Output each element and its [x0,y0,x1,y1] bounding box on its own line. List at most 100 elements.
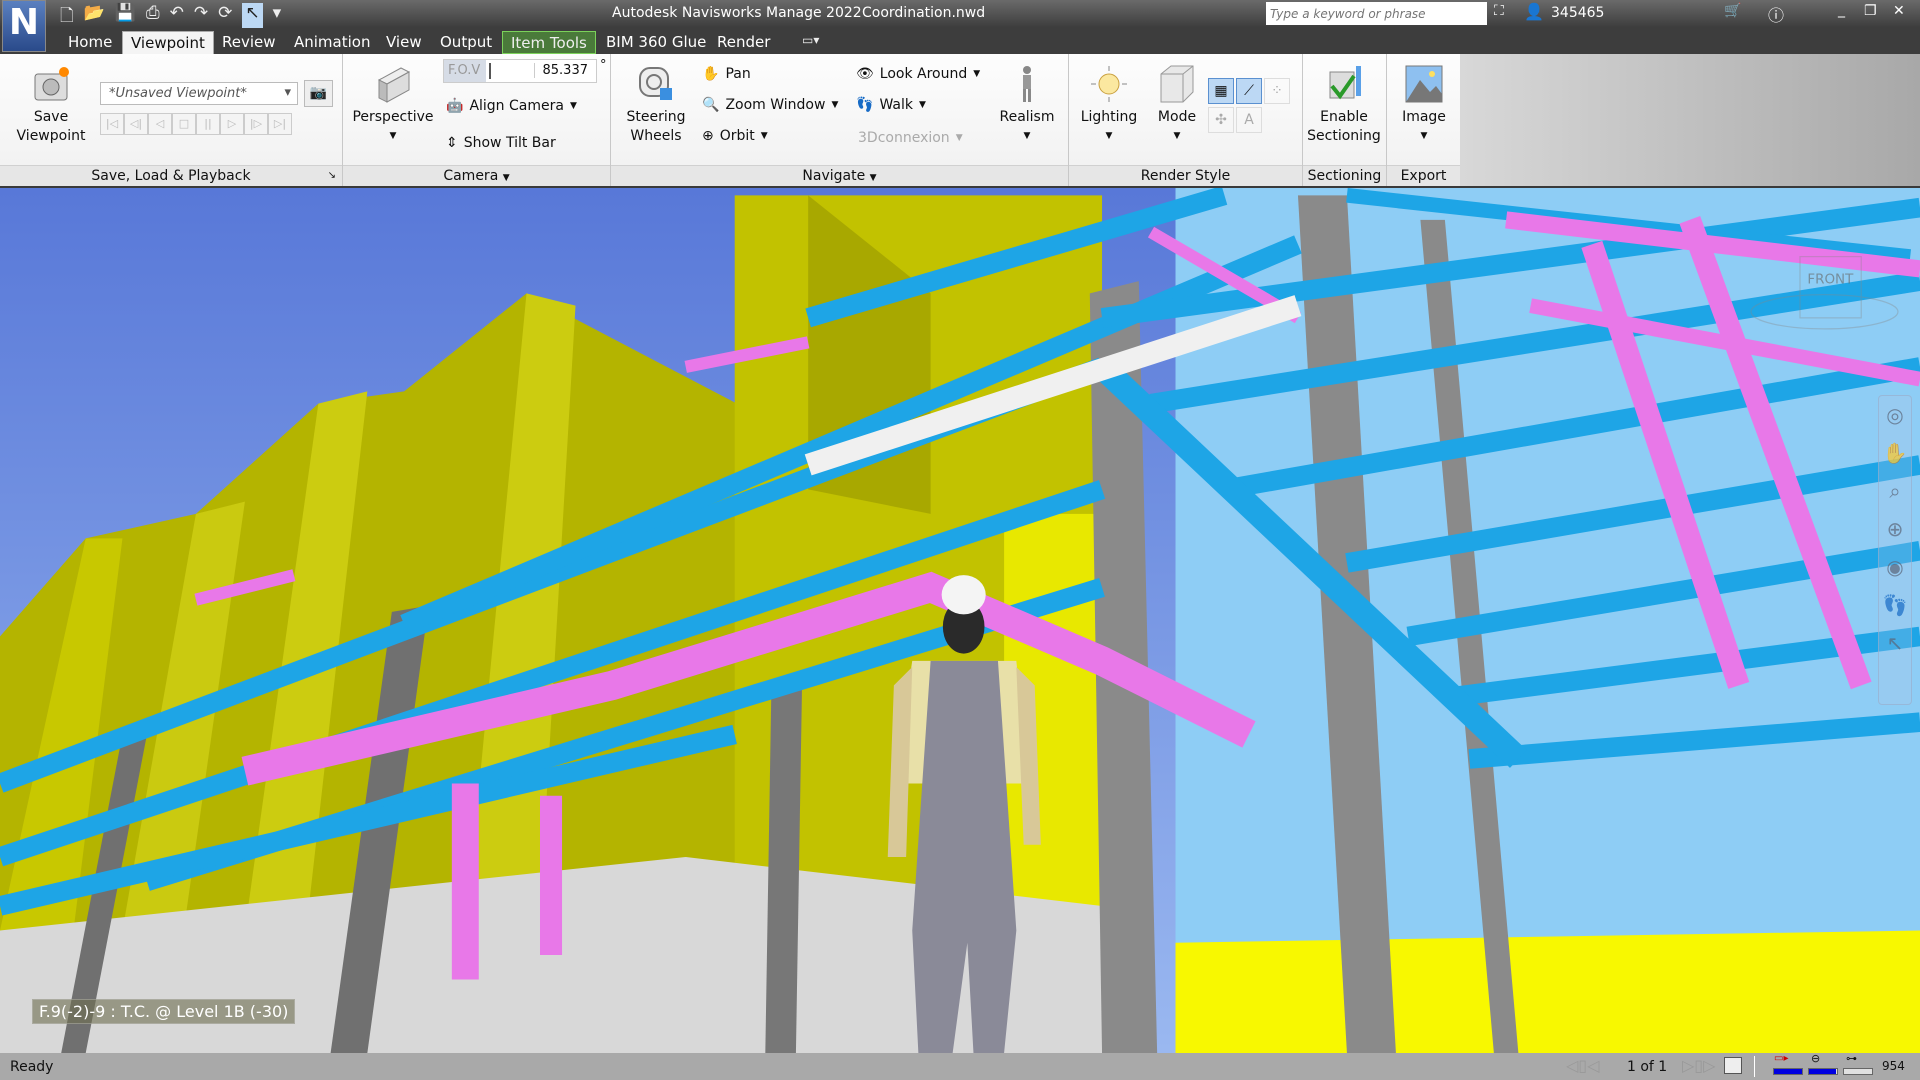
camera-icon [31,64,71,104]
tab-item-tools[interactable]: Item Tools [502,31,596,54]
tilt-bar-icon: ⇕ [446,135,458,151]
zoom-window-icon[interactable]: ⌕ [1879,472,1911,510]
prev-sheet-buttons[interactable]: ◁▯◁ [1566,1056,1599,1075]
orbit-button[interactable]: ⊕ Orbit ▼ [702,128,768,144]
mode-button[interactable]: Mode ▼ [1148,64,1206,146]
perspective-box-icon [373,64,413,104]
panel-toggle-icon[interactable]: ▭▾ [802,33,819,47]
app-menu-button[interactable]: N [2,0,46,52]
hand-icon: ✋ [702,66,720,82]
navigation-bar[interactable]: ◎ ✋ ⌕ ⊕ ◉ 👣 ↖ [1878,395,1912,705]
cart-icon[interactable]: 🛒 [1724,3,1741,19]
app-title: Autodesk Navisworks Manage 2022 [612,5,862,21]
search-input[interactable] [1266,2,1487,25]
zoom-window-button[interactable]: 🔍 Zoom Window ▼ [702,97,838,113]
chevron-down-icon: ▼ [869,173,877,183]
panel-camera[interactable]: Camera ▼ [343,165,610,186]
page-indicator: 1 of 1 [1627,1059,1668,1075]
close-button[interactable]: ✕ [1893,3,1905,19]
network-progress [1843,1068,1873,1075]
tab-render[interactable]: Render [709,31,778,54]
orbit-icon: ⊕ [702,128,714,144]
cube-icon [1157,64,1197,104]
section-check-icon [1324,64,1364,104]
pan-icon[interactable]: ✋ [1879,434,1911,472]
edit-viewpoint-button[interactable]: 📷 [304,80,333,107]
user-icon[interactable]: 👤 [1524,2,1544,21]
fov-field[interactable]: F.O.V 85.337 [443,59,597,83]
user-name[interactable]: 345465 [1551,5,1604,21]
steering-wheel-icon[interactable]: ◎ [1879,396,1911,434]
walk-button[interactable]: 👣 Walk ▼ [856,97,926,113]
show-tilt-bar-button[interactable]: ⇕ Show Tilt Bar [446,135,556,151]
play-reverse-button[interactable]: ◁ [148,113,172,135]
viewpoint-dropdown[interactable]: *Unsaved Viewpoint* ▾ [100,82,298,105]
zoom-icon: 🔍 [702,97,720,113]
dialog-launcher-icon[interactable]: ↘ [328,166,336,186]
tab-bim-360-glue[interactable]: BIM 360 Glue [598,31,714,54]
tab-view[interactable]: View [378,31,430,54]
3dconnexion-button[interactable]: 3Dconnexion ▼ [858,130,963,146]
person-icon [1007,64,1047,104]
status-text: Ready [10,1059,54,1075]
sheet-browser-icon[interactable] [1724,1057,1742,1074]
panel-sectioning[interactable]: Sectioning [1303,165,1386,186]
export-image-button[interactable]: Image ▼ [1390,64,1458,146]
select-icon[interactable]: ↖ [1879,624,1911,662]
panel-save-load-playback[interactable]: Save, Load & Playback ↘ [0,165,342,186]
pause-button[interactable]: || [196,113,220,135]
snap-points-toggle[interactable]: ✣ [1208,107,1234,133]
save-viewpoint-button[interactable]: Save Viewpoint [10,64,92,146]
minimize-button[interactable]: _ [1838,2,1845,18]
step-back-button[interactable]: ◁| [124,113,148,135]
pencil-progress [1773,1068,1803,1075]
3d-viewport[interactable]: FRONT ◎ ✋ ⌕ ⊕ ◉ 👣 ↖ F.9(-2)-9 : T.C. @ L… [0,188,1920,1053]
surfaces-toggle[interactable]: ▦ [1208,78,1234,104]
orbit-icon[interactable]: ⊕ [1879,510,1911,548]
binoculars-icon[interactable]: ⛶ [1494,3,1504,19]
chevron-down-icon: ▼ [389,131,397,141]
fov-slider[interactable] [489,63,491,79]
look-around-button[interactable]: 👁 Look Around ▼ [856,66,980,82]
panel-render-style[interactable]: Render Style [1069,165,1302,186]
tab-home[interactable]: Home [60,31,120,54]
perspective-button[interactable]: Perspective ▼ [352,64,434,146]
restore-button[interactable]: ❐ [1864,3,1877,19]
first-frame-button[interactable]: |◁ [100,113,124,135]
align-camera-icon: 🤖 [446,98,464,114]
walk-icon[interactable]: 👣 [1879,586,1911,624]
ribbon-tabs: Home Viewpoint Review Animation View Out… [0,28,1920,54]
tab-output[interactable]: Output [432,31,500,54]
play-button[interactable]: ▷ [220,113,244,135]
pan-button[interactable]: ✋ Pan [702,66,751,82]
ribbon-empty-area [1460,54,1920,186]
title-bar: N 🗋 📂 💾 ⎙ ↶ ↷ ⟳ ↖ ▾ Autodesk Navisworks … [0,0,1920,52]
enable-sectioning-button[interactable]: Enable Sectioning [1304,64,1384,146]
pencil-icon: ▭▸ [1774,1053,1789,1064]
navisworks-logo: N [8,2,40,43]
last-frame-button[interactable]: ▷| [268,113,292,135]
lines-toggle[interactable]: ⟋ [1236,78,1262,104]
disk-progress [1808,1068,1838,1075]
realism-button[interactable]: Realism ▼ [996,64,1058,146]
fov-unit: ° [600,58,607,73]
status-bar: Ready ◁▯◁ 1 of 1 ▷▯▷ ▭▸ ⊖ ⊶ 954 [0,1052,1920,1080]
align-camera-button[interactable]: 🤖 Align Camera ▼ [446,98,577,114]
panel-export[interactable]: Export [1387,165,1460,186]
lighting-button[interactable]: Lighting ▼ [1078,64,1140,146]
tab-review[interactable]: Review [214,31,284,54]
look-around-icon[interactable]: ◉ [1879,548,1911,586]
step-forward-button[interactable]: |▷ [244,113,268,135]
footprints-icon: 👣 [856,97,874,113]
help-icon[interactable]: ⓘ [1768,2,1784,26]
points-toggle[interactable]: ⁘ [1264,78,1290,104]
image-icon [1404,64,1444,104]
stop-button[interactable]: □ [172,113,196,135]
text-toggle[interactable]: A [1236,107,1262,133]
next-sheet-buttons[interactable]: ▷▯▷ [1682,1056,1715,1075]
panel-navigate[interactable]: Navigate ▼ [611,165,1068,186]
steering-wheels-button[interactable]: Steering Wheels [616,64,696,146]
model-scene[interactable]: FRONT [0,188,1920,1053]
tab-viewpoint[interactable]: Viewpoint [122,31,214,54]
tab-animation[interactable]: Animation [286,31,378,54]
